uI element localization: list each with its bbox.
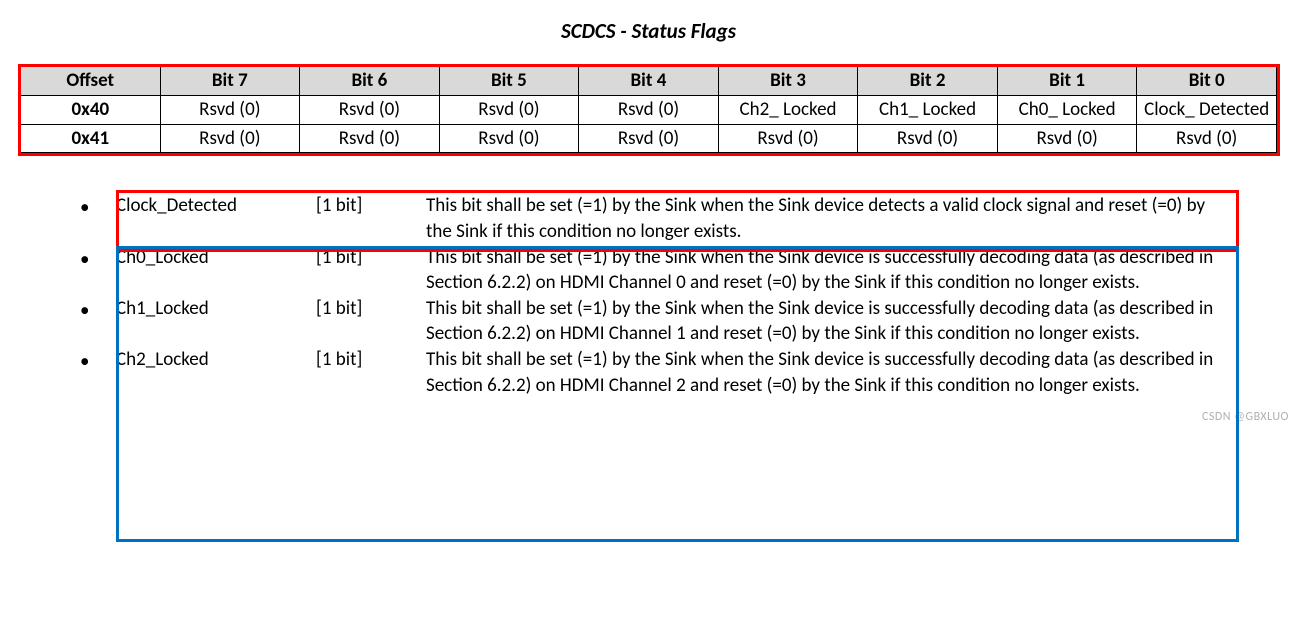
col-bit3: Bit 3 bbox=[718, 67, 858, 96]
table-row: 0x40 Rsvd (0) Rsvd (0) Rsvd (0) Rsvd (0)… bbox=[21, 95, 1277, 124]
cell-bit5: Rsvd (0) bbox=[439, 95, 579, 124]
watermark: CSDN @GBXLUO bbox=[1202, 410, 1289, 424]
field-size: [1 bit] bbox=[316, 193, 426, 219]
cell-bit5: Rsvd (0) bbox=[439, 124, 579, 153]
list-item: Ch1_Locked [1 bit] This bit shall be set… bbox=[80, 296, 1235, 347]
list-item: Clock_Detected [1 bit] This bit shall be… bbox=[80, 193, 1235, 244]
cell-bit2: Ch1_ Locked bbox=[858, 95, 998, 124]
field-desc: This bit shall be set (=1) by the Sink w… bbox=[426, 296, 1235, 347]
col-bit7: Bit 7 bbox=[160, 67, 300, 96]
col-bit1: Bit 1 bbox=[997, 67, 1137, 96]
cell-bit4: Rsvd (0) bbox=[579, 124, 719, 153]
status-flags-table: Offset Bit 7 Bit 6 Bit 5 Bit 4 Bit 3 Bit… bbox=[20, 66, 1277, 153]
bullet-icon bbox=[80, 296, 116, 324]
col-bit6: Bit 6 bbox=[300, 67, 440, 96]
list-item: Ch2_Locked [1 bit] This bit shall be set… bbox=[80, 347, 1235, 398]
field-size: [1 bit] bbox=[316, 245, 426, 271]
cell-offset: 0x41 bbox=[21, 124, 161, 153]
status-table-wrap: Offset Bit 7 Bit 6 Bit 5 Bit 4 Bit 3 Bit… bbox=[20, 66, 1277, 153]
cell-bit7: Rsvd (0) bbox=[160, 95, 300, 124]
field-desc: This bit shall be set (=1) by the Sink w… bbox=[426, 347, 1235, 398]
table-row: 0x41 Rsvd (0) Rsvd (0) Rsvd (0) Rsvd (0)… bbox=[21, 124, 1277, 153]
bullet-icon bbox=[80, 347, 116, 375]
field-size: [1 bit] bbox=[316, 296, 426, 322]
field-desc: This bit shall be set (=1) by the Sink w… bbox=[426, 245, 1235, 296]
cell-bit0: Rsvd (0) bbox=[1137, 124, 1277, 153]
table-header-row: Offset Bit 7 Bit 6 Bit 5 Bit 4 Bit 3 Bit… bbox=[21, 67, 1277, 96]
cell-bit1: Ch0_ Locked bbox=[997, 95, 1137, 124]
bullet-icon bbox=[80, 245, 116, 273]
cell-offset: 0x40 bbox=[21, 95, 161, 124]
cell-bit3: Rsvd (0) bbox=[718, 124, 858, 153]
col-bit2: Bit 2 bbox=[858, 67, 998, 96]
cell-bit6: Rsvd (0) bbox=[300, 95, 440, 124]
field-name: Clock_Detected bbox=[116, 193, 316, 219]
page-title: SCDCS - Status Flags bbox=[20, 18, 1277, 44]
cell-bit1: Rsvd (0) bbox=[997, 124, 1137, 153]
col-bit0: Bit 0 bbox=[1137, 67, 1277, 96]
cell-bit3: Ch2_ Locked bbox=[718, 95, 858, 124]
col-bit4: Bit 4 bbox=[579, 67, 719, 96]
cell-bit6: Rsvd (0) bbox=[300, 124, 440, 153]
field-size: [1 bit] bbox=[316, 347, 426, 373]
field-desc: This bit shall be set (=1) by the Sink w… bbox=[426, 193, 1235, 244]
cell-bit4: Rsvd (0) bbox=[579, 95, 719, 124]
bullet-icon bbox=[80, 193, 116, 221]
list-item: Ch0_Locked [1 bit] This bit shall be set… bbox=[80, 245, 1235, 296]
col-bit5: Bit 5 bbox=[439, 67, 579, 96]
cell-bit0: Clock_ Detected bbox=[1137, 95, 1277, 124]
field-name: Ch1_Locked bbox=[116, 296, 316, 322]
cell-bit2: Rsvd (0) bbox=[858, 124, 998, 153]
field-list: Clock_Detected [1 bit] This bit shall be… bbox=[80, 193, 1235, 398]
col-offset: Offset bbox=[21, 67, 161, 96]
field-name: Ch2_Locked bbox=[116, 347, 316, 373]
field-name: Ch0_Locked bbox=[116, 245, 316, 271]
cell-bit7: Rsvd (0) bbox=[160, 124, 300, 153]
